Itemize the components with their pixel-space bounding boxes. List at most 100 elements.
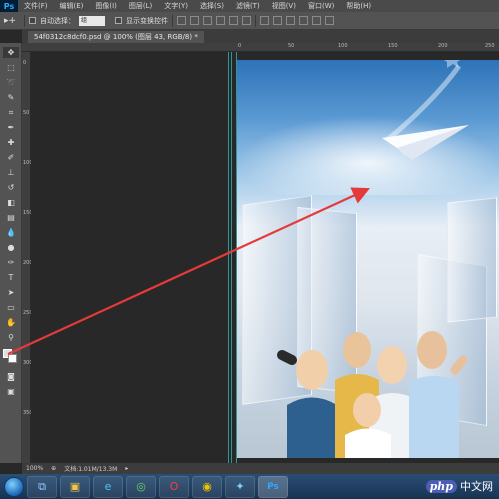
people-group-photo [277,331,467,458]
eyedropper-tool-icon[interactable]: ✒ [3,122,19,133]
guide-line[interactable] [228,52,229,463]
menu-file[interactable]: 文件(F) [18,0,54,12]
shape-tool-icon[interactable]: ▭ [3,302,19,313]
person [377,346,407,384]
360-browser-icon[interactable]: ◎ [126,475,156,498]
file-explorer-icon[interactable]: ▣ [60,475,90,498]
ie-browser-icon[interactable]: e [93,475,123,498]
person [343,332,371,368]
share-icon[interactable]: ⊕ [51,465,56,472]
window-switcher-icon[interactable]: ⧉ [27,475,57,498]
align-left-icon[interactable] [216,16,225,25]
ruler-tick: 0 [23,60,27,66]
hand-tool-icon[interactable]: ✋ [3,317,19,328]
quick-mask-icon[interactable]: ◙ [3,371,19,382]
align-right-icon[interactable] [242,16,251,25]
person [353,393,381,427]
history-brush-icon[interactable]: ↺ [3,182,19,193]
person-body [345,428,391,458]
zoom-level[interactable]: 100% [26,465,43,472]
blur-tool-icon[interactable]: 💧 [3,227,19,238]
distribute-right-icon[interactable] [325,16,334,25]
ruler-tick: 50 [23,110,30,116]
opera-icon[interactable]: O [159,475,189,498]
ruler-tick: 250 [485,43,495,49]
brush-tool-icon[interactable]: ✐ [3,152,19,163]
document-tab-bar: 54f0312c8dcf0.psd @ 100% (图层 43, RGB/8) … [22,30,499,43]
gradient-tool-icon[interactable]: ▤ [3,212,19,223]
network-icon[interactable]: ✦ [225,475,255,498]
divider [24,14,25,27]
status-bar: 100% ⊕ 文档:1.01M/13.3M ▸ [22,463,499,474]
menu-image[interactable]: 图像(I) [89,0,123,12]
background-color-swatch[interactable] [8,354,17,363]
options-bar: ▸+ 自动选择： 组 显示变换控件 [0,12,499,30]
distribute-left-icon[interactable] [299,16,308,25]
ruler-vertical: 0 50 100 150 200 250 300 350 [22,52,33,463]
expand-arrow-icon[interactable]: ▸ [125,465,128,472]
divider [255,14,256,27]
menu-window[interactable]: 窗口(W) [302,0,340,12]
chrome-icon[interactable]: ◉ [192,475,222,498]
type-tool-icon[interactable]: T [3,272,19,283]
ruler-tick: 50 [288,43,295,49]
align-bottom-icon[interactable] [203,16,212,25]
clone-stamp-icon[interactable]: ⊥ [3,167,19,178]
align-center-icon[interactable] [229,16,238,25]
move-tool-preset[interactable]: ▸+ [4,15,20,27]
show-transform-label: 显示变换控件 [126,16,168,25]
menu-view[interactable]: 视图(V) [266,0,302,12]
document-info[interactable]: 文档:1.01M/13.3M [64,464,117,473]
photoshop-taskbar-icon[interactable]: Ps [258,475,288,498]
eraser-tool-icon[interactable]: ◧ [3,197,19,208]
person-body [409,376,459,458]
person-body [287,397,337,458]
person [417,331,447,369]
menu-bar: Ps 文件(F) 编辑(E) 图像(I) 图层(L) 文字(Y) 选择(S) 滤… [0,0,499,12]
toolbox: ✥ ⬚ ➰ ✎ ⌗ ✒ ✚ ✐ ⊥ ↺ ◧ ▤ 💧 ● ✑ T ➤ ▭ ✋ ⚲ … [0,43,22,463]
taskbar: ⧉ ▣ e ◎ O ◉ ✦ Ps [0,474,499,499]
building [447,197,497,323]
auto-select-dropdown[interactable]: 组 [79,15,105,26]
raised-fist [277,350,297,365]
marquee-tool-icon[interactable]: ⬚ [3,62,19,73]
person [296,350,328,390]
move-tool-icon[interactable]: ✥ [3,47,19,58]
menu-select[interactable]: 选择(S) [194,0,230,12]
distribute-bottom-icon[interactable] [286,16,295,25]
quick-select-tool-icon[interactable]: ✎ [3,92,19,103]
ruler-tick: 150 [388,43,398,49]
ruler-horizontal: 0 50 100 150 200 250 [22,43,499,52]
start-orb[interactable] [4,476,24,497]
divider [172,14,173,27]
pen-tool-icon[interactable]: ✑ [3,257,19,268]
screen-mode-icon[interactable]: ▣ [3,386,19,397]
photoshop-logo: Ps [0,0,18,12]
show-transform-checkbox[interactable] [115,17,122,24]
distribute-center-icon[interactable] [312,16,321,25]
distribute-top-icon[interactable] [260,16,269,25]
photoshop-window: Ps 文件(F) 编辑(E) 图像(I) 图层(L) 文字(Y) 选择(S) 滤… [0,0,499,499]
menu-layer[interactable]: 图层(L) [123,0,158,12]
zoom-tool-icon[interactable]: ⚲ [3,332,19,343]
guide-line[interactable] [231,52,232,463]
crop-tool-icon[interactable]: ⌗ [3,107,19,118]
distribute-middle-icon[interactable] [273,16,282,25]
sky-decor [382,60,469,160]
path-select-tool-icon[interactable]: ➤ [3,287,19,298]
menu-type[interactable]: 文字(Y) [158,0,194,12]
healing-brush-icon[interactable]: ✚ [3,137,19,148]
lasso-tool-icon[interactable]: ➰ [3,77,19,88]
menu-filter[interactable]: 滤镜(T) [230,0,266,12]
document-tab[interactable]: 54f0312c8dcf0.psd @ 100% (图层 43, RGB/8) … [28,31,204,43]
document-image[interactable] [237,60,499,458]
menu-edit[interactable]: 编辑(E) [54,0,90,12]
dodge-tool-icon[interactable]: ● [3,242,19,253]
menu-help[interactable]: 帮助(H) [340,0,377,12]
watermark-text: 中文网 [460,480,493,493]
align-middle-icon[interactable] [190,16,199,25]
ruler-tick: 100 [338,43,348,49]
align-top-icon[interactable] [177,16,186,25]
ruler-tick: 200 [438,43,448,49]
auto-select-checkbox[interactable] [29,17,36,24]
